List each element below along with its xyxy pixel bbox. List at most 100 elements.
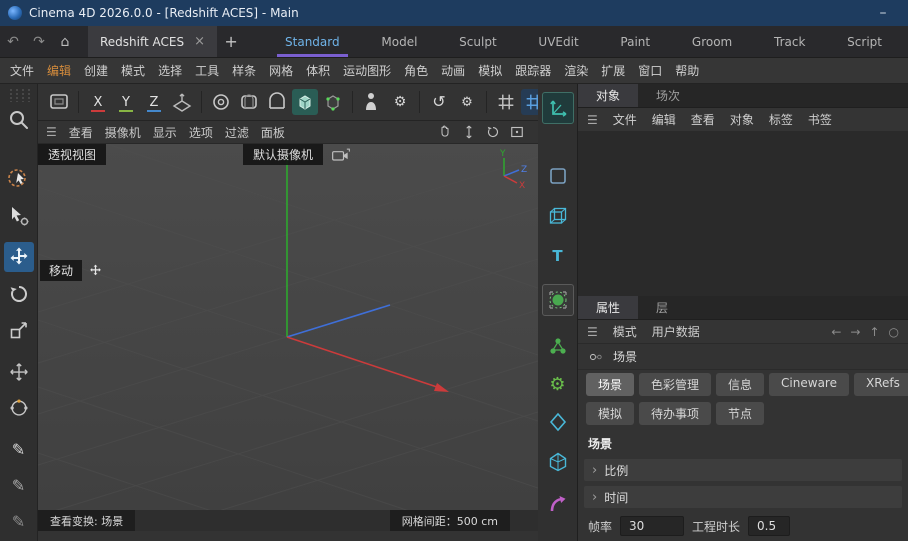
viewport-canvas[interactable]: 透视视图 默认摄像机 Y Z X xyxy=(38,144,538,510)
coordinates-tool-button[interactable] xyxy=(542,92,574,124)
selected-object-row[interactable]: 场景 xyxy=(578,344,908,370)
more-objects-button[interactable] xyxy=(542,532,574,541)
history-forward-icon[interactable]: → xyxy=(850,325,860,339)
history-up-icon[interactable]: ↑ xyxy=(869,325,879,339)
plane-object-button[interactable] xyxy=(542,160,574,192)
menu-extensions[interactable]: 扩展 xyxy=(601,62,625,79)
menu-volume[interactable]: 体积 xyxy=(306,62,330,79)
workspace-tab-sculpt[interactable]: Sculpt xyxy=(453,26,502,57)
menu-file[interactable]: 文件 xyxy=(10,62,34,79)
lock-x-axis-button[interactable]: X xyxy=(85,89,111,115)
camera-switch-icon[interactable] xyxy=(331,148,351,162)
ring-mode-button[interactable] xyxy=(208,89,234,115)
menu-help[interactable]: 帮助 xyxy=(675,62,699,79)
minimize-button[interactable]: – xyxy=(866,5,900,21)
attr-menu-icon[interactable]: ☰ xyxy=(587,325,598,339)
object-menu-icon[interactable]: ☰ xyxy=(587,113,598,127)
am-menu-userdata[interactable]: 用户数据 xyxy=(652,323,700,340)
attr-tab-scene[interactable]: 场景 xyxy=(586,373,634,396)
view-mode-label[interactable]: 透视视图 xyxy=(38,144,106,165)
history-back-icon[interactable]: ← xyxy=(831,325,841,339)
orbit-camera-icon[interactable] xyxy=(484,123,502,141)
group-time[interactable]: › 时间 xyxy=(584,486,902,508)
axis-translate-tool-button[interactable] xyxy=(5,358,33,386)
menu-render[interactable]: 渲染 xyxy=(564,62,588,79)
viewport-menu-icon[interactable]: ☰ xyxy=(46,125,57,139)
live-selection-tool-button[interactable] xyxy=(5,164,33,192)
undo-nav-icon[interactable]: ↶ xyxy=(0,26,26,57)
scale-tool-button[interactable] xyxy=(5,316,33,344)
vp-menu-camera[interactable]: 摄像机 xyxy=(105,124,141,141)
coordinate-system-button[interactable]: ↺ xyxy=(426,89,452,115)
redo-nav-icon[interactable]: ↷ xyxy=(26,26,52,57)
character-settings-button[interactable]: ⚙ xyxy=(387,89,413,115)
surface-mode-button[interactable] xyxy=(264,89,290,115)
tab-attributes[interactable]: 属性 xyxy=(578,296,638,319)
pen-tool-button[interactable]: ✎ xyxy=(5,436,33,464)
vp-menu-view[interactable]: 查看 xyxy=(69,124,93,141)
workspace-tab-model[interactable]: Model xyxy=(375,26,423,57)
add-tab-button[interactable]: + xyxy=(217,26,245,57)
fps-input[interactable]: 30 xyxy=(620,516,684,536)
attr-tab-color-management[interactable]: 色彩管理 xyxy=(639,373,711,396)
menu-mograph[interactable]: 运动图形 xyxy=(343,62,391,79)
vp-menu-panel[interactable]: 面板 xyxy=(261,124,285,141)
menu-tools[interactable]: 工具 xyxy=(195,62,219,79)
attr-tab-todo[interactable]: 待办事项 xyxy=(639,402,711,425)
menu-edit[interactable]: 编辑 xyxy=(47,62,71,79)
snap-grid-button[interactable] xyxy=(493,89,519,115)
om-menu-bookmarks[interactable]: 书签 xyxy=(808,111,832,128)
quantize-button-active[interactable] xyxy=(521,89,538,115)
rotate-tool-button[interactable] xyxy=(5,280,33,308)
close-tab-icon[interactable]: × xyxy=(194,34,205,49)
workspace-tab-paint[interactable]: Paint xyxy=(614,26,656,57)
toolbar-grip[interactable] xyxy=(8,88,30,102)
attr-tab-xrefs[interactable]: XRefs xyxy=(854,373,908,396)
workspace-tab-groom[interactable]: Groom xyxy=(686,26,738,57)
om-menu-file[interactable]: 文件 xyxy=(613,111,637,128)
om-menu-tags[interactable]: 标签 xyxy=(769,111,793,128)
menu-mode[interactable]: 模式 xyxy=(121,62,145,79)
om-menu-edit[interactable]: 编辑 xyxy=(652,111,676,128)
dolly-icon[interactable] xyxy=(460,123,478,141)
pan-hand-icon[interactable] xyxy=(436,123,454,141)
menu-window[interactable]: 窗口 xyxy=(638,62,662,79)
lock-z-axis-button[interactable]: Z xyxy=(141,89,167,115)
menu-create[interactable]: 创建 xyxy=(84,62,108,79)
cloner-object-button[interactable] xyxy=(542,330,574,362)
am-menu-mode[interactable]: 模式 xyxy=(613,323,637,340)
zoom-tool-button[interactable] xyxy=(5,106,33,134)
menu-tracker[interactable]: 跟踪器 xyxy=(515,62,551,79)
shell-mode-button[interactable] xyxy=(236,89,262,115)
project-duration-input[interactable]: 0.5 xyxy=(748,516,790,536)
attr-tab-nodes[interactable]: 节点 xyxy=(716,402,764,425)
tab-objects[interactable]: 对象 xyxy=(578,84,638,107)
point-mode-button[interactable] xyxy=(320,89,346,115)
search-icon[interactable]: ○ xyxy=(889,325,899,339)
axis-rotate-tool-button[interactable] xyxy=(5,394,33,422)
object-list[interactable] xyxy=(578,132,908,296)
menu-spline[interactable]: 样条 xyxy=(232,62,256,79)
sphere-object-button-selected[interactable] xyxy=(542,284,574,316)
home-icon[interactable]: ⌂ xyxy=(52,26,78,57)
tool-settings-button[interactable]: ⚙ xyxy=(454,89,480,115)
menu-simulate[interactable]: 模拟 xyxy=(478,62,502,79)
active-camera-label[interactable]: 默认摄像机 xyxy=(243,144,323,165)
spline-object-button[interactable] xyxy=(542,488,574,520)
group-scale[interactable]: › 比例 xyxy=(584,459,902,481)
workspace-tab-script[interactable]: Script xyxy=(841,26,888,57)
model-mode-button-active[interactable] xyxy=(292,89,318,115)
field-object-button[interactable] xyxy=(542,406,574,438)
move-tool-button[interactable] xyxy=(4,242,34,272)
attr-tab-cineware[interactable]: Cineware xyxy=(769,373,849,396)
layout-frame-button[interactable] xyxy=(46,89,72,115)
vp-menu-options[interactable]: 选项 xyxy=(189,124,213,141)
workspace-tab-track[interactable]: Track xyxy=(768,26,811,57)
menu-character[interactable]: 角色 xyxy=(404,62,428,79)
vp-menu-display[interactable]: 显示 xyxy=(153,124,177,141)
om-menu-objects[interactable]: 对象 xyxy=(730,111,754,128)
document-tab[interactable]: Redshift ACES × xyxy=(88,26,217,57)
tab-layers[interactable]: 层 xyxy=(638,296,686,319)
om-menu-view[interactable]: 查看 xyxy=(691,111,715,128)
tweak-tool-button[interactable] xyxy=(5,202,33,230)
